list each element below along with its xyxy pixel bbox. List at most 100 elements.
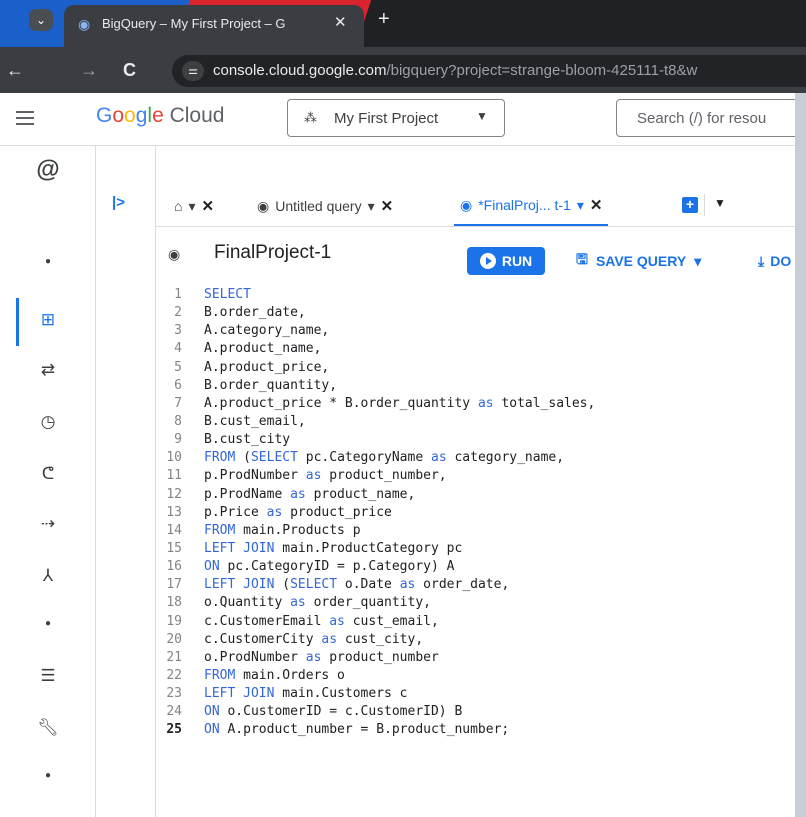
expand-explorer-icon[interactable]: |> [112, 194, 125, 211]
sql-token: product_name, [305, 486, 416, 502]
code-line[interactable]: 22 FROM main.Orders o [156, 667, 595, 685]
code-line[interactable]: 17 LEFT JOIN (SELECT o.Date as order_date… [156, 576, 595, 594]
new-query-menu-icon[interactable]: ▼ [714, 196, 726, 210]
code-line[interactable]: 9 B.cust_city [156, 431, 595, 449]
bigquery-favicon-icon: ◉ [78, 16, 91, 32]
google-cloud-logo[interactable]: Google Cloud [96, 104, 224, 128]
line-number: 23 [166, 686, 182, 702]
sql-token: product_price [282, 504, 392, 520]
code-line[interactable]: 3 A.category_name, [156, 322, 595, 340]
code-text: p.ProdNumber as product_number, [204, 467, 447, 485]
code-text: FROM main.Orders o [204, 667, 345, 685]
line-number: 19 [166, 613, 182, 629]
scheduled-queries-icon[interactable]: ◷ [0, 412, 96, 432]
sql-token: product_number [321, 649, 439, 665]
code-line[interactable]: 20 c.CustomerCity as cust_city, [156, 631, 595, 649]
chevron-down-icon[interactable]: ▾ [577, 197, 584, 214]
explorer-icon[interactable]: ⊞ [0, 310, 96, 330]
code-line[interactable]: 11 p.ProdNumber as product_number, [156, 467, 595, 485]
dataflow-icon[interactable]: ⇢ [0, 514, 96, 534]
tab-home[interactable]: ⌂ ▾ ✕ [174, 186, 214, 226]
sql-keyword: as [477, 395, 494, 411]
code-line[interactable]: 13 p.Price as product_price [156, 504, 595, 522]
code-line[interactable]: 8 B.cust_email, [156, 413, 595, 431]
code-line[interactable]: 4 A.product_name, [156, 340, 595, 358]
code-text: B.order_quantity, [204, 377, 337, 395]
job-history-icon[interactable]: ☰ [0, 666, 96, 686]
nav-dot-icon: ● [44, 256, 52, 267]
project-name: My First Project [334, 110, 439, 127]
run-label: RUN [501, 253, 533, 269]
project-picker[interactable]: ⁂ My First Project ▼ [287, 99, 505, 137]
sql-keyword: as [321, 631, 338, 647]
chevron-down-icon[interactable]: ▾ [368, 198, 375, 215]
sql-keyword: as [399, 577, 416, 593]
sql-token: category_name, [446, 450, 565, 466]
code-text: p.Price as product_price [204, 504, 392, 522]
transfers-icon[interactable]: ⇄ [0, 360, 96, 380]
code-line[interactable]: 23 LEFT JOIN main.Customers c [156, 685, 595, 703]
tab-search-menu-button[interactable]: ⌄ [29, 9, 53, 31]
sql-token: A.product_number = B.product_number; [219, 722, 510, 738]
close-icon[interactable]: ✕ [202, 197, 215, 215]
code-line[interactable]: 21 o.ProdNumber as product_number [156, 649, 595, 667]
code-line[interactable]: 6 B.order_quantity, [156, 377, 595, 395]
main-menu-icon[interactable] [16, 107, 34, 129]
sql-token: o.Quantity [204, 595, 291, 611]
sql-editor[interactable]: 1 SELECT 2 B.order_date, 3 A.category_name, 4 A… [156, 282, 795, 817]
code-line[interactable]: 2 B.order_date, [156, 304, 595, 322]
code-line[interactable]: 25 ON A.product_number = B.product_number… [156, 721, 595, 739]
code-text: B.order_date, [204, 304, 306, 322]
home-icon: ⌂ [174, 198, 183, 214]
code-line[interactable]: 12 p.ProdName as product_name, [156, 486, 595, 504]
code-line[interactable]: 19 c.CustomerEmail as cust_email, [156, 613, 595, 631]
code-line[interactable]: 14 FROM main.Products p [156, 522, 595, 540]
code-line[interactable]: 10 FROM (SELECT pc.CategoryName as catego… [156, 449, 595, 467]
sql-keyword: ON [204, 559, 220, 575]
resource-search-input[interactable]: Search (/) for resou [616, 99, 806, 137]
sql-keyword: LEFT JOIN [204, 686, 275, 702]
download-button[interactable]: ⤓ DO [758, 247, 791, 275]
code-line[interactable]: 1 SELECT [156, 286, 595, 304]
sql-token: p.Price [204, 504, 267, 520]
run-button[interactable]: RUN [467, 247, 545, 275]
close-tab-icon[interactable]: ✕ [334, 13, 347, 31]
new-tab-button[interactable]: + [378, 8, 390, 31]
reload-icon[interactable]: C [123, 60, 136, 81]
sql-token: o.ProdNumber [204, 649, 306, 665]
code-line[interactable]: 15 LEFT JOIN main.ProductCategory pc [156, 540, 595, 558]
wrench-icon[interactable]: 🔧︎ [0, 718, 96, 738]
code-line[interactable]: 7 A.product_price * B.order_quantity as t… [156, 395, 595, 413]
address-bar[interactable]: ⚌ console.cloud.google.com/bigquery?proj… [172, 55, 806, 87]
new-query-button[interactable]: + [682, 197, 698, 213]
save-query-button[interactable]: 🖫︎ SAVE QUERY ▾ [576, 247, 701, 275]
bigquery-logo-icon[interactable]: @ [0, 156, 96, 184]
code-line[interactable]: 16 ON pc.CategoryID = p.Category) A [156, 558, 595, 576]
line-number: 10 [166, 450, 182, 466]
sql-token: o.CustomerID = c.CustomerID) B [219, 704, 463, 720]
code-text: ON A.product_number = B.product_number; [204, 721, 509, 739]
line-number: 13 [166, 504, 182, 520]
site-info-icon[interactable]: ⚌ [182, 61, 204, 81]
forward-arrow-icon[interactable]: → [80, 60, 98, 81]
tab-finalproject[interactable]: ◉ *FinalProj... t-1 ▾ ✕ [454, 186, 609, 226]
partner-center-icon[interactable]: ⅄ [0, 566, 96, 586]
close-icon[interactable]: ✕ [590, 196, 603, 214]
line-number: 14 [166, 522, 182, 538]
chevron-down-icon[interactable]: ▾ [188, 198, 195, 215]
tab-untitled-query[interactable]: ◉ Untitled query ▾ ✕ [257, 186, 393, 226]
query-title: FinalProject-1 [214, 242, 332, 263]
sql-token: main.Products p [235, 522, 361, 538]
code-line[interactable]: 24 ON o.CustomerID = c.CustomerID) B [156, 703, 595, 721]
back-arrow-icon[interactable]: ← [6, 60, 24, 81]
sql-token: order_date, [415, 577, 510, 593]
code-line[interactable]: 18 o.Quantity as order_quantity, [156, 594, 595, 612]
browser-tab-active[interactable]: ◉ BigQuery – My First Project – G ✕ [64, 5, 364, 47]
code-text: A.category_name, [204, 322, 329, 340]
analytics-hub-icon[interactable]: ᕦ [0, 464, 96, 484]
sql-keyword: SELECT [290, 577, 338, 593]
sql-token: A.product_price, [204, 359, 330, 375]
close-icon[interactable]: ✕ [381, 197, 394, 215]
code-line[interactable]: 5 A.product_price, [156, 359, 595, 377]
sql-keyword: FROM [204, 667, 236, 683]
